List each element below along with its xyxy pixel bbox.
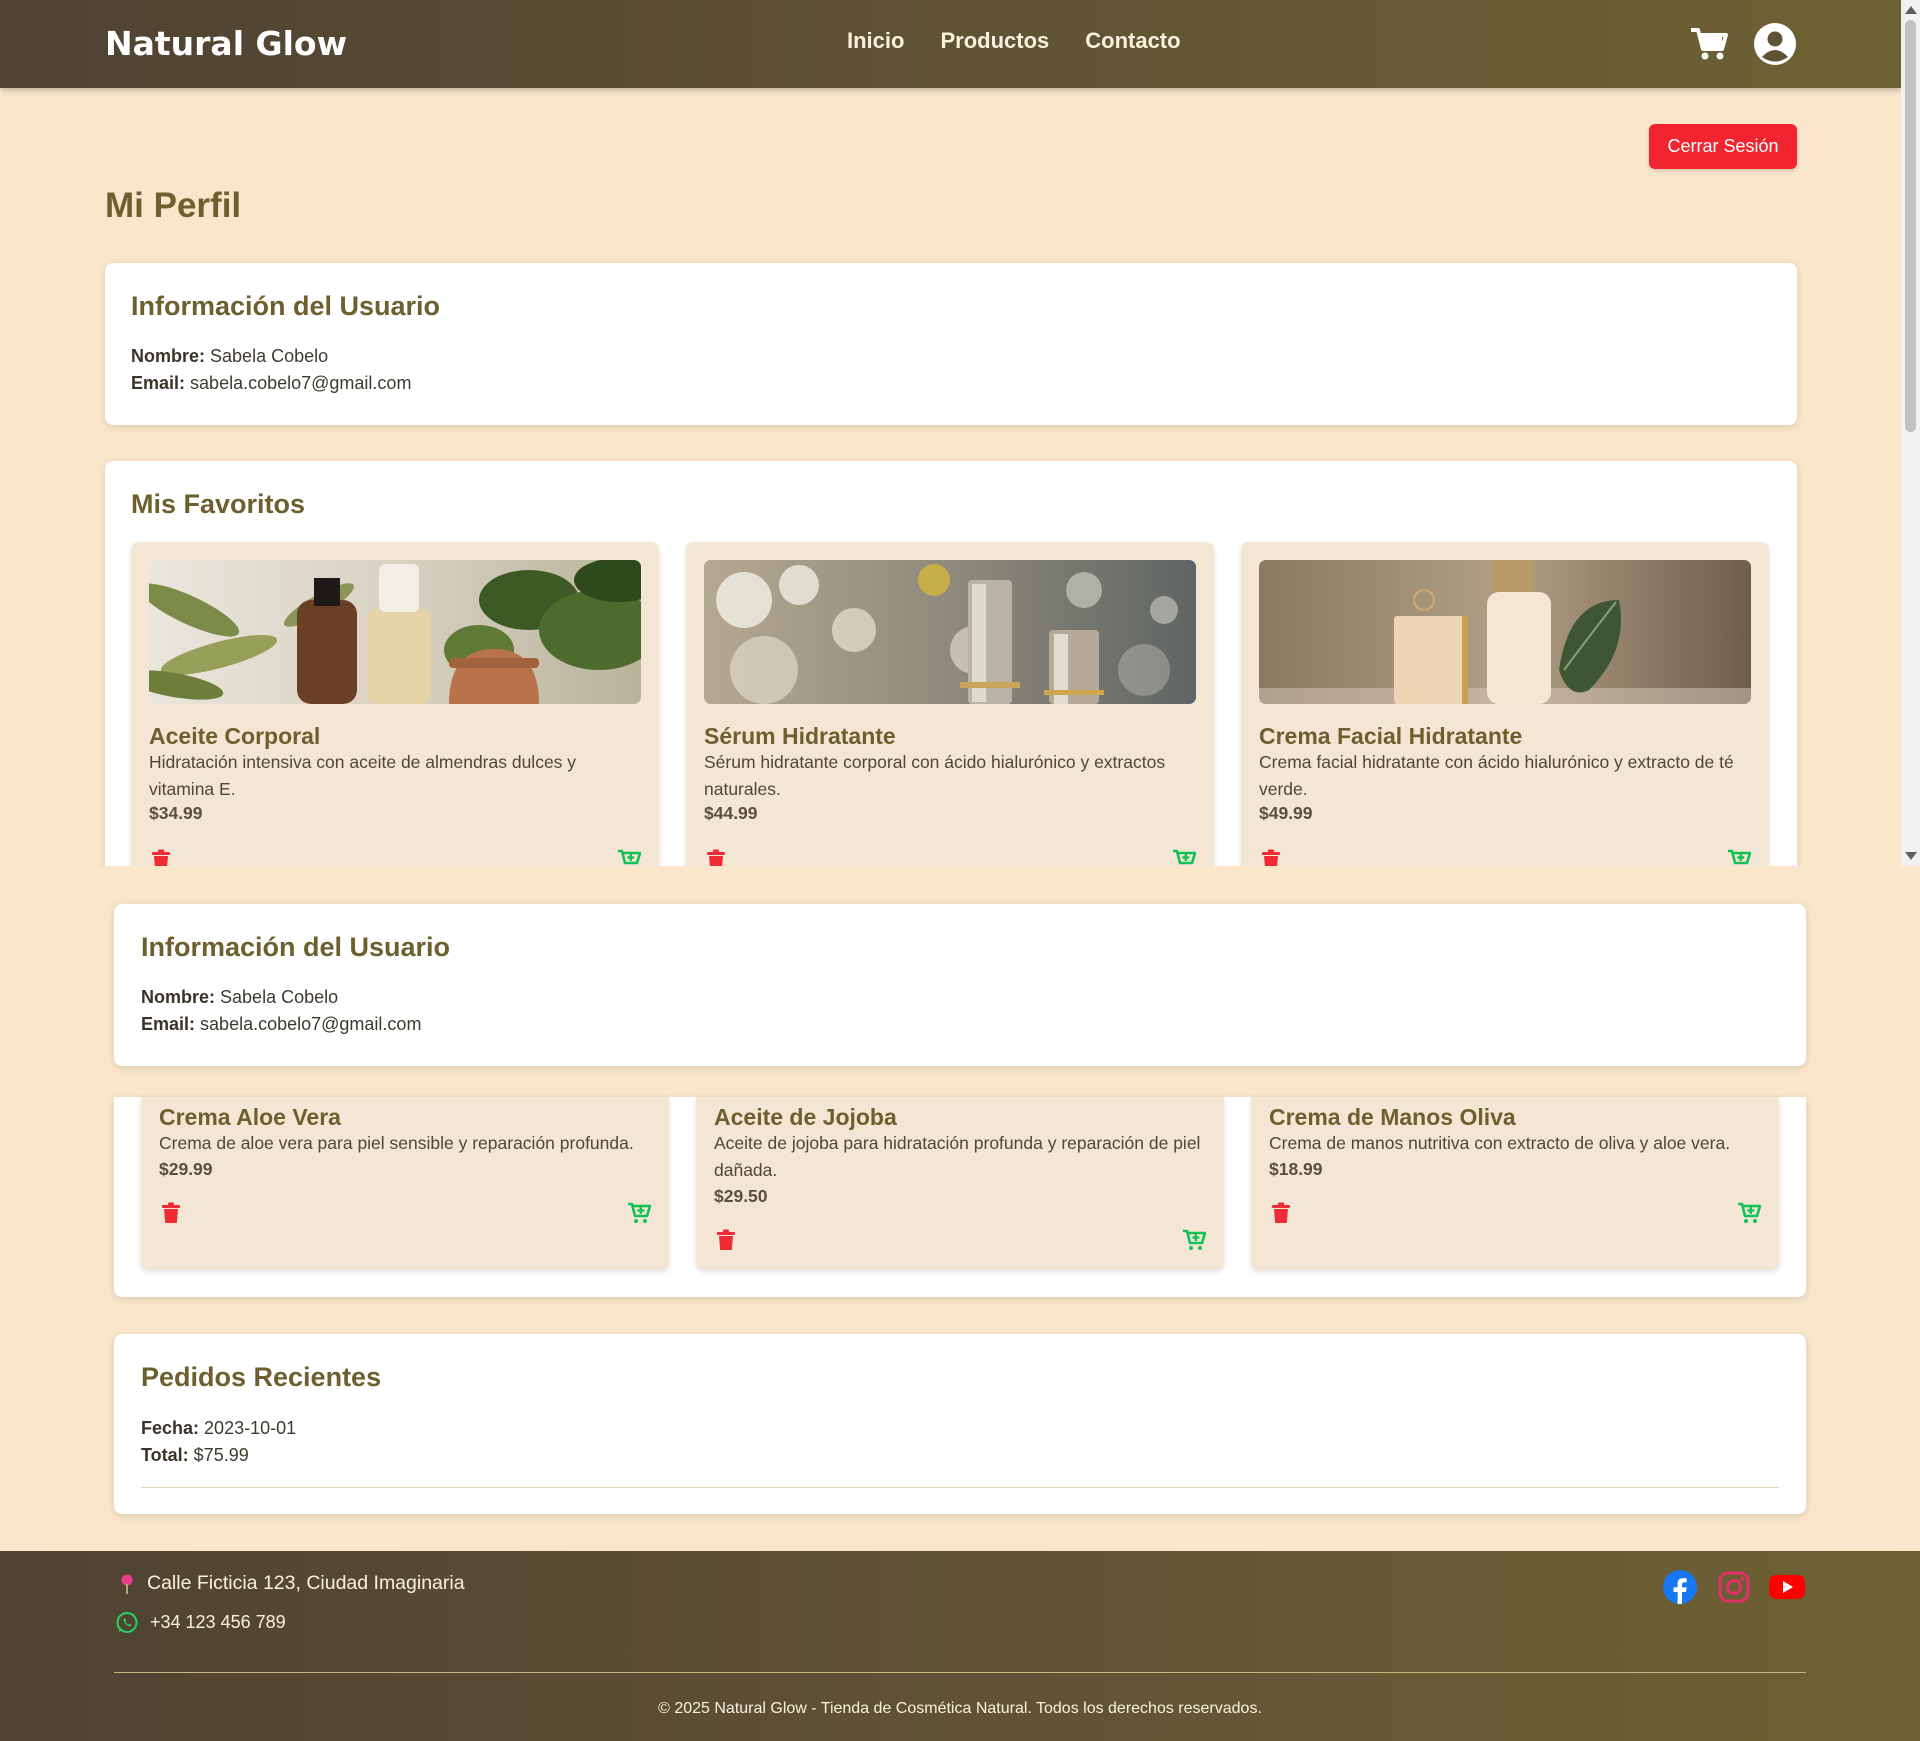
user-email-label: Email: — [141, 1014, 196, 1034]
favorite-name: Crema Aloe Vera — [159, 1104, 341, 1130]
cart-plus-icon[interactable] — [1172, 848, 1196, 866]
user-name-value: Sabela Cobelo — [210, 346, 329, 366]
favorite-price: $29.50 — [714, 1186, 768, 1206]
footer-divider — [114, 1672, 1806, 1673]
product-image-crema-facial-hidratante — [1259, 560, 1751, 704]
user-name-value: Sabela Cobelo — [220, 987, 339, 1007]
whatsapp-icon[interactable] — [115, 1611, 139, 1635]
favorite-card-aceite-de-jojoba[interactable]: Aceite de Jojoba Aceite de jojoba para h… — [696, 1097, 1224, 1270]
order-total-label: Total: — [141, 1445, 189, 1465]
trash-icon[interactable] — [1269, 1201, 1293, 1225]
user-email-line: Email: sabela.cobelo7@gmail.com — [131, 373, 411, 394]
favorite-card-crema-facial-hidratante[interactable]: Crema Facial Hidratante Crema facial hid… — [1241, 542, 1769, 866]
cart-plus-icon[interactable] — [1737, 1201, 1761, 1225]
footer-phone: +34 123 456 789 — [150, 1612, 286, 1632]
order-date-label: Fecha: — [141, 1418, 200, 1438]
favorite-name: Crema de Manos Oliva — [1269, 1104, 1516, 1130]
favorite-card-crema-de-manos-oliva[interactable]: Crema de Manos Oliva Crema de manos nutr… — [1251, 1097, 1779, 1270]
product-image-serum-hidratante — [704, 560, 1196, 704]
favorite-name: Sérum Hidratante — [704, 723, 896, 749]
nav-link-productos[interactable]: Productos — [940, 28, 1049, 54]
order-date-line: Fecha: 2023-10-01 — [141, 1418, 296, 1439]
user-circle-icon[interactable] — [1753, 22, 1797, 66]
location-pin-icon — [121, 1574, 133, 1594]
favorite-description: Crema de manos nutritiva con extracto de… — [1269, 1133, 1731, 1153]
cart-plus-icon[interactable] — [617, 848, 641, 866]
user-name-line: Nombre: Sabela Cobelo — [131, 346, 328, 367]
cart-plus-icon[interactable] — [1182, 1228, 1206, 1252]
user-email-label: Email: — [131, 373, 186, 393]
favorite-description: Aceite de jojoba para hidratación profun… — [714, 1133, 1201, 1180]
orders-title: Pedidos Recientes — [141, 1362, 382, 1392]
youtube-icon[interactable] — [1768, 1571, 1806, 1603]
order-divider — [141, 1487, 1779, 1488]
shopping-cart-icon[interactable] — [1688, 22, 1732, 66]
product-image-aceite-corporal — [149, 560, 641, 704]
user-info-title: Información del Usuario — [141, 932, 451, 962]
favorite-description: Crema de aloe vera para piel sensible y … — [159, 1133, 634, 1153]
logout-button[interactable]: Cerrar Sesión — [1649, 124, 1797, 169]
cart-plus-icon[interactable] — [1727, 848, 1751, 866]
favorite-price: $29.99 — [159, 1159, 213, 1179]
page-title: Mi Perfil — [105, 186, 242, 225]
user-name-label: Nombre: — [141, 987, 216, 1007]
instagram-icon[interactable] — [1716, 1569, 1752, 1605]
scroll-down-arrow-icon[interactable] — [1905, 852, 1917, 860]
favorite-name: Aceite Corporal — [149, 723, 321, 749]
cart-plus-icon[interactable] — [627, 1201, 651, 1225]
favorite-price: $44.99 — [704, 803, 758, 823]
favorites-title: Mis Favoritos — [131, 489, 306, 519]
nav-link-contacto[interactable]: Contacto — [1085, 28, 1180, 54]
user-name-line: Nombre: Sabela Cobelo — [141, 987, 338, 1008]
user-name-label: Nombre: — [131, 346, 206, 366]
favorite-price: $49.99 — [1259, 803, 1313, 823]
favorite-description: Sérum hidratante corporal con ácido hial… — [704, 752, 1166, 799]
user-email-value: sabela.cobelo7@gmail.com — [200, 1014, 422, 1034]
scrollbar[interactable] — [1901, 0, 1920, 866]
user-email-value: sabela.cobelo7@gmail.com — [190, 373, 412, 393]
footer: Calle Ficticia 123, Ciudad Imaginaria +3… — [0, 1551, 1920, 1741]
footer-address: Calle Ficticia 123, Ciudad Imaginaria — [147, 1572, 465, 1594]
viewport-top: Natural Glow Inicio Productos Contacto C… — [0, 0, 1920, 866]
facebook-icon[interactable] — [1662, 1569, 1698, 1605]
scroll-up-arrow-icon[interactable] — [1905, 6, 1917, 14]
favorite-card-serum-hidratante[interactable]: Sérum Hidratante Sérum hidratante corpor… — [686, 542, 1214, 866]
nav-link-inicio[interactable]: Inicio — [847, 28, 904, 54]
trash-icon[interactable] — [159, 1201, 183, 1225]
order-date-value: 2023-10-01 — [204, 1418, 297, 1438]
user-email-line: Email: sabela.cobelo7@gmail.com — [141, 1014, 421, 1035]
trash-icon[interactable] — [1259, 848, 1283, 866]
favorite-name: Crema Facial Hidratante — [1259, 723, 1523, 749]
footer-copyright: © 2025 Natural Glow - Tienda de Cosmétic… — [658, 1700, 1262, 1717]
favorite-name: Aceite de Jojoba — [714, 1104, 897, 1130]
favorites-card-lower: Crema Aloe Vera Crema de aloe vera para … — [114, 1097, 1806, 1297]
favorite-description: Hidratación intensiva con aceite de alme… — [149, 752, 577, 799]
user-info-title: Información del Usuario — [131, 291, 441, 321]
favorite-price: $34.99 — [149, 803, 203, 823]
navbar: Natural Glow Inicio Productos Contacto — [0, 0, 1901, 88]
order-total-value: $75.99 — [193, 1445, 249, 1465]
nav-links: Inicio Productos Contacto — [847, 28, 1181, 54]
scrollbar-thumb[interactable] — [1905, 20, 1916, 432]
trash-icon[interactable] — [714, 1228, 738, 1252]
favorites-card: Mis Favoritos Aceite Corporal Hidratació… — [105, 461, 1797, 866]
trash-icon[interactable] — [149, 848, 173, 866]
order-total-line: Total: $75.99 — [141, 1445, 249, 1466]
trash-icon[interactable] — [704, 848, 728, 866]
brand-logo[interactable]: Natural Glow — [105, 24, 347, 63]
user-info-card: Información del Usuario Nombre: Sabela C… — [105, 263, 1797, 425]
favorite-card-aceite-corporal[interactable]: Aceite Corporal Hidratación intensiva co… — [131, 542, 659, 866]
favorite-price: $18.99 — [1269, 1159, 1323, 1179]
favorite-card-crema-aloe-vera[interactable]: Crema Aloe Vera Crema de aloe vera para … — [141, 1097, 669, 1270]
user-info-card-lower: Información del Usuario Nombre: Sabela C… — [114, 904, 1806, 1066]
favorite-description: Crema facial hidratante con ácido hialur… — [1259, 752, 1734, 799]
orders-card: Pedidos Recientes Fecha: 2023-10-01 Tota… — [114, 1334, 1806, 1514]
